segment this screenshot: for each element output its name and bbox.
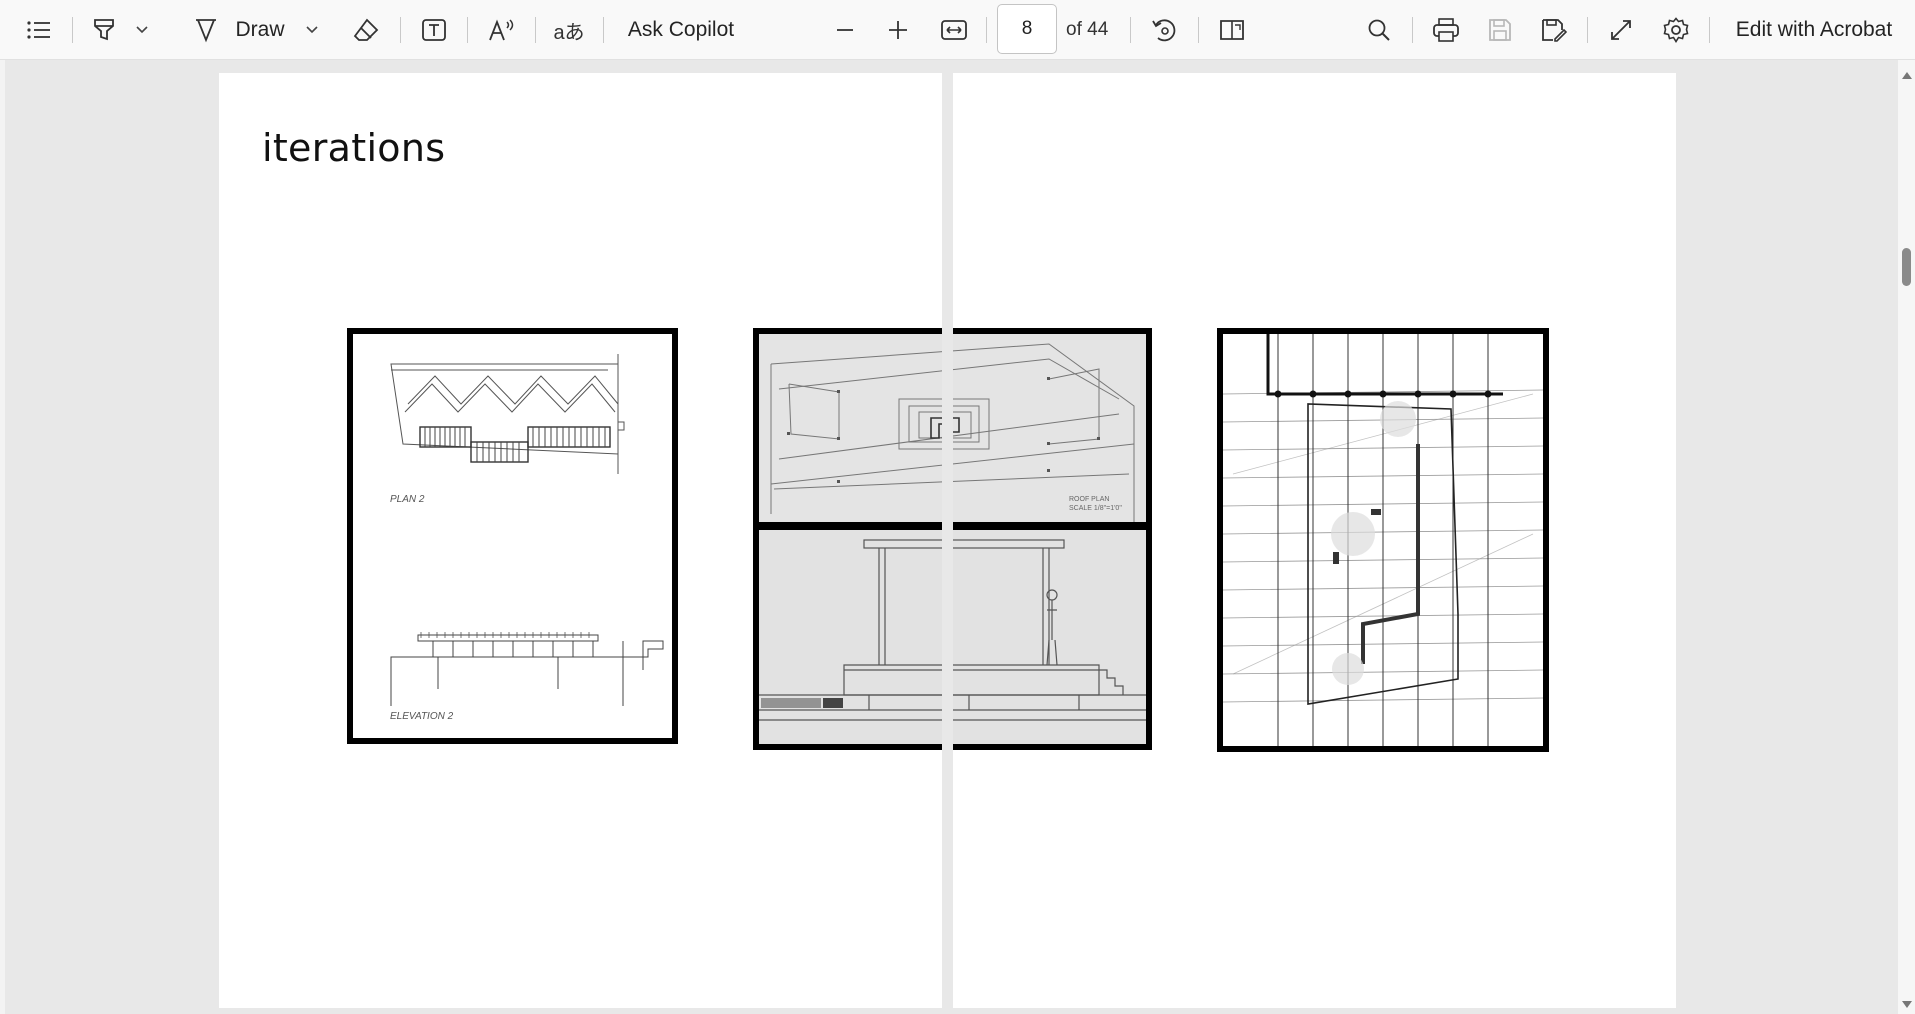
vertical-scrollbar[interactable] bbox=[1898, 60, 1915, 1014]
zoom-out-icon[interactable] bbox=[831, 0, 859, 60]
draw-button[interactable]: Draw bbox=[235, 0, 285, 60]
page-total-label: of 44 bbox=[1066, 19, 1109, 40]
plan-label: PLAN 2 bbox=[390, 494, 425, 505]
page-gutter bbox=[942, 60, 953, 1014]
fit-width-icon[interactable] bbox=[938, 0, 970, 60]
add-text-icon[interactable] bbox=[418, 0, 450, 60]
fullscreen-icon[interactable] bbox=[1605, 0, 1637, 60]
page-number-input[interactable]: 8 bbox=[997, 4, 1057, 54]
read-aloud-icon[interactable] bbox=[486, 0, 518, 60]
chevron-down-icon[interactable] bbox=[132, 0, 152, 60]
roof-plan-label: ROOF PLAN bbox=[1069, 496, 1109, 503]
zoom-in-icon[interactable] bbox=[884, 0, 912, 60]
eraser-icon[interactable] bbox=[350, 0, 382, 60]
edit-with-acrobat-button[interactable]: Edit with Acrobat bbox=[1730, 0, 1898, 60]
elevation-label: ELEVATION 2 bbox=[390, 711, 454, 722]
save-icon bbox=[1484, 0, 1516, 60]
ask-copilot-button[interactable]: Ask Copilot bbox=[626, 0, 736, 60]
draw-icon[interactable] bbox=[190, 0, 222, 60]
settings-icon[interactable] bbox=[1660, 0, 1692, 60]
grid-plan-sketch bbox=[1217, 328, 1549, 752]
scrollbar-thumb[interactable] bbox=[1902, 248, 1911, 286]
highlight-icon[interactable] bbox=[88, 0, 120, 60]
search-icon[interactable] bbox=[1363, 0, 1395, 60]
print-icon[interactable] bbox=[1430, 0, 1462, 60]
page-title: iterations bbox=[262, 126, 446, 170]
chevron-down-icon[interactable] bbox=[302, 0, 322, 60]
toolbar: Draw aあ Ask Copilot 8 of 44 Edit with Ac… bbox=[0, 0, 1915, 60]
translate-icon[interactable]: aあ bbox=[552, 0, 586, 60]
page-view-icon[interactable] bbox=[1216, 0, 1248, 60]
save-as-icon[interactable] bbox=[1538, 0, 1570, 60]
scroll-up-icon[interactable] bbox=[1901, 70, 1912, 81]
rotate-icon[interactable] bbox=[1148, 0, 1180, 60]
contents-icon[interactable] bbox=[22, 0, 56, 60]
plan-elevation-sketch: PLAN 2 ELEVATION 2 bbox=[347, 328, 678, 744]
scroll-down-icon[interactable] bbox=[1901, 999, 1912, 1010]
roof-plan-scale-label: SCALE 1/8"=1'0" bbox=[1069, 505, 1122, 512]
